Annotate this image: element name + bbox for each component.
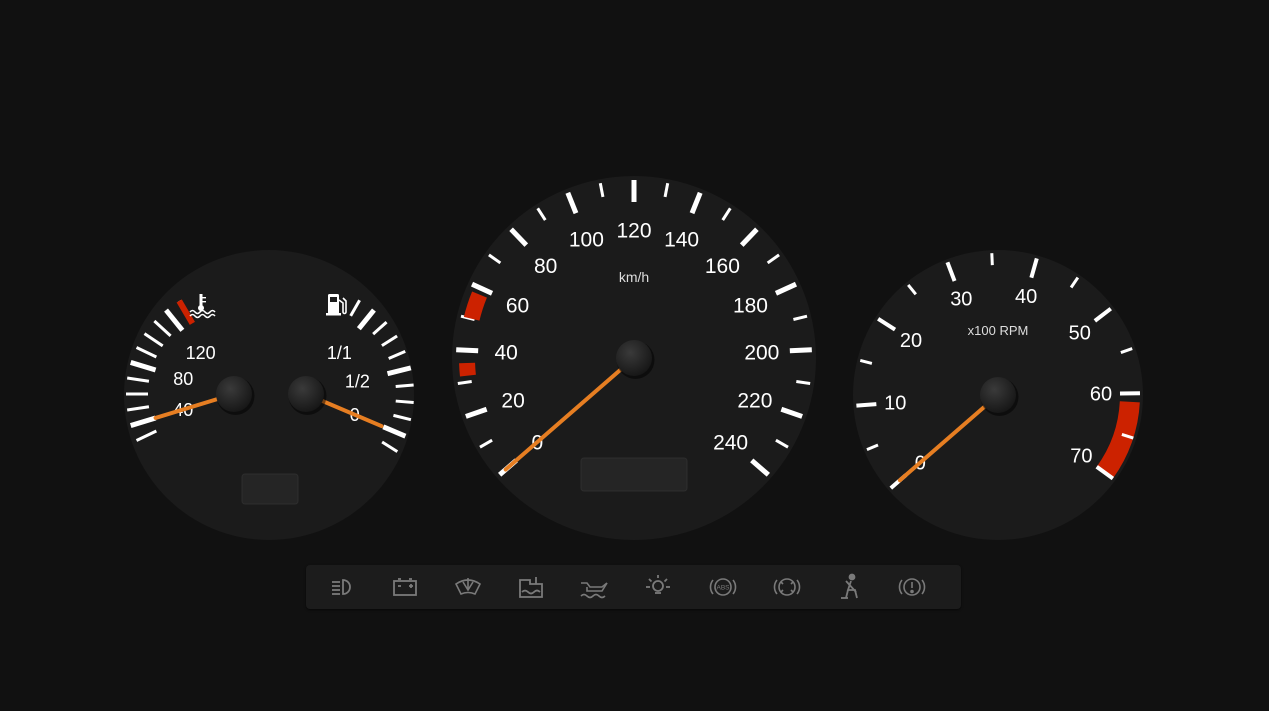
temp-label: 120 [186,343,216,363]
brake-pad-icon [772,572,802,602]
trip-display [241,473,299,505]
svg-text:ABS: ABS [716,585,730,592]
bulb-failure-icon [643,572,673,602]
speed-red-marker [459,362,476,377]
rpm-label: 70 [1070,446,1092,468]
fuel-minor-tick [395,399,414,404]
speed-label: 40 [494,341,517,364]
rpm-label: 10 [884,393,906,415]
speed-major-tick [456,347,479,354]
battery-icon [390,572,420,602]
speed-needle-hub [616,340,652,376]
speed-label: 20 [501,389,524,412]
rpm-major-tick [856,402,877,408]
abs-icon: ABS [708,572,738,602]
rpm-minor-tick [990,253,994,266]
warning-lights-panel: ABS [306,565,961,609]
fuel-label: 1/2 [345,371,370,391]
headlight-icon [328,572,358,602]
speed-minor-tick [457,380,472,386]
brake-warning-icon [897,572,927,602]
speed-label: 220 [737,389,772,412]
rpm-unit-label: x100 RPM [968,323,1029,338]
speed-label: 240 [713,431,748,454]
speed-label: 160 [705,255,740,278]
rpm-label: 30 [950,289,972,311]
speed-label: 140 [664,229,699,252]
fuel-minor-tick [395,383,414,389]
speed-label: 100 [569,229,604,252]
coolant-level-icon [516,572,546,602]
oil-pressure-icon [579,572,609,602]
speed-minor-tick [796,380,811,386]
speed-label: 180 [733,294,768,317]
rpm-label: 20 [900,330,922,352]
speed-label: 120 [616,219,651,242]
speed-unit-label: km/h [619,269,649,285]
rpm-label: 50 [1069,322,1091,344]
rpm-label: 60 [1090,384,1112,406]
rpm-needle-hub [980,377,1016,413]
fuel-needle-hub [288,376,324,412]
speed-label: 60 [506,294,529,317]
rpm-label: 40 [1015,286,1037,308]
temp-needle-hub [216,376,252,412]
speed-red-marker [463,291,487,321]
seatbelt-icon [834,572,864,602]
speed-label: 200 [744,341,779,364]
speed-major-tick [789,347,812,354]
washer-fluid-icon [453,572,483,602]
odometer-display [580,457,688,492]
speed-label: 80 [534,255,557,278]
temp-label: 80 [173,369,193,389]
fuel-label: 1/1 [327,343,352,363]
